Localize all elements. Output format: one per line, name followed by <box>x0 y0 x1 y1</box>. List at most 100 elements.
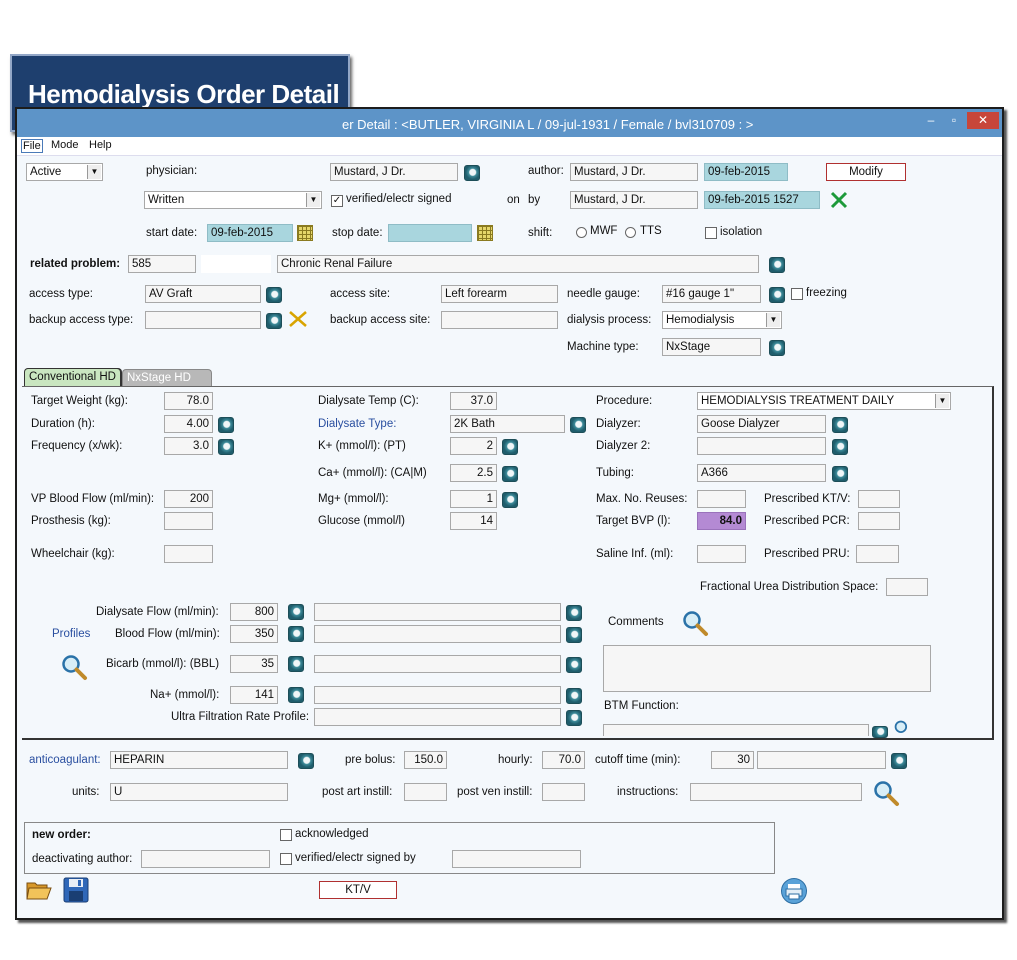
order-type-select[interactable]: Written ▼ <box>144 191 322 209</box>
anticoagulant-link[interactable]: anticoagulant: <box>29 754 101 766</box>
units-field[interactable]: U <box>110 783 288 801</box>
instructions-search-icon[interactable] <box>872 779 900 807</box>
dialysate-flow-profile-field[interactable] <box>314 603 561 621</box>
prescribed-pru-field[interactable] <box>856 545 899 563</box>
dialyzer2-lookup-icon[interactable] <box>832 439 848 455</box>
blood-flow-lookup-icon[interactable] <box>288 626 304 642</box>
post-art-instill-field[interactable] <box>404 783 447 801</box>
profiles-link[interactable]: Profiles <box>52 628 90 640</box>
isolation-checkbox[interactable] <box>705 227 717 239</box>
btm-function-field[interactable] <box>603 724 869 736</box>
needle-gauge-field[interactable]: #16 gauge 1" <box>662 285 761 303</box>
frequency-lookup-icon[interactable] <box>218 439 234 455</box>
shift-mwf-radio[interactable] <box>576 227 587 238</box>
backup-access-site-field[interactable] <box>441 311 558 329</box>
max-reuses-field[interactable] <box>697 490 746 508</box>
profiles-search-icon[interactable] <box>60 653 88 681</box>
cancel-x-icon[interactable] <box>829 190 849 210</box>
k-field[interactable]: 2 <box>450 437 497 455</box>
comments-textarea[interactable] <box>603 645 931 692</box>
signed-date-field[interactable]: 09-feb-2015 1527 <box>704 191 820 209</box>
open-folder-icon[interactable] <box>26 878 52 902</box>
cutoff-time-field[interactable]: 30 <box>711 751 754 769</box>
btm-search-icon[interactable] <box>893 719 913 736</box>
prescribed-pcr-field[interactable] <box>858 512 900 530</box>
post-ven-instill-field[interactable] <box>542 783 585 801</box>
cutoff-extra-field[interactable] <box>757 751 886 769</box>
bicarb-profile-lookup-icon[interactable] <box>566 657 582 673</box>
signed-by-field[interactable]: Mustard, J Dr. <box>570 191 698 209</box>
menu-file[interactable]: File <box>21 139 43 153</box>
dialysate-temp-field[interactable]: 37.0 <box>450 392 497 410</box>
dialysate-type-field[interactable]: 2K Bath <box>450 415 565 433</box>
menu-help[interactable]: Help <box>89 139 112 151</box>
dialyzer-field[interactable]: Goose Dialyzer <box>697 415 826 433</box>
verified-checkbox[interactable]: ✓ <box>331 195 343 207</box>
dialysate-flow-lookup-icon[interactable] <box>288 604 304 620</box>
freezing-checkbox[interactable] <box>791 288 803 300</box>
physician-field[interactable]: Mustard, J Dr. <box>330 163 458 181</box>
na-profile-field[interactable] <box>314 686 561 704</box>
saline-field[interactable] <box>697 545 746 563</box>
bicarb-field[interactable]: 35 <box>230 655 278 673</box>
procedure-select[interactable]: HEMODIALYSIS TREATMENT DAILY ▼ <box>697 392 951 410</box>
pre-bolus-field[interactable]: 150.0 <box>404 751 447 769</box>
duration-lookup-icon[interactable] <box>218 417 234 433</box>
print-icon[interactable] <box>780 878 808 904</box>
blood-flow-field[interactable]: 350 <box>230 625 278 643</box>
dialyzer2-field[interactable] <box>697 437 826 455</box>
needle-lookup-icon[interactable] <box>769 287 785 303</box>
dialysate-flow-field[interactable]: 800 <box>230 603 278 621</box>
duration-field[interactable]: 4.00 <box>164 415 213 433</box>
instructions-field[interactable] <box>690 783 862 801</box>
shift-tts-radio[interactable] <box>625 227 636 238</box>
machine-lookup-icon[interactable] <box>769 340 785 356</box>
blood-flow-profile-field[interactable] <box>314 625 561 643</box>
calendar-icon[interactable] <box>297 225 313 241</box>
tab-conventional-hd[interactable]: Conventional HD <box>24 368 121 386</box>
btm-lookup-icon[interactable] <box>872 726 888 738</box>
mg-lookup-icon[interactable] <box>502 492 518 508</box>
tab-nxstage-hd[interactable]: NxStage HD <box>122 369 212 387</box>
tubing-field[interactable]: A366 <box>697 464 826 482</box>
fuds-field[interactable] <box>886 578 928 596</box>
access-type-field[interactable]: AV Graft <box>145 285 261 303</box>
na-field[interactable]: 141 <box>230 686 278 704</box>
dialysate-flow-profile-lookup-icon[interactable] <box>566 605 582 621</box>
acknowledged-checkbox[interactable] <box>280 829 292 841</box>
glucose-field[interactable]: 14 <box>450 512 497 530</box>
prosthesis-field[interactable] <box>164 512 213 530</box>
calendar-icon[interactable] <box>477 225 493 241</box>
status-select[interactable]: Active ▼ <box>26 163 103 181</box>
wheelchair-field[interactable] <box>164 545 213 563</box>
dialyzer-lookup-icon[interactable] <box>832 417 848 433</box>
problem-lookup-icon[interactable] <box>769 257 785 273</box>
access-type-lookup-icon[interactable] <box>266 287 282 303</box>
problem-blank-field[interactable] <box>201 255 271 273</box>
backup-access-type-field[interactable] <box>145 311 261 329</box>
verified-signed-by-field[interactable] <box>452 850 581 868</box>
anticoagulant-field[interactable]: HEPARIN <box>110 751 288 769</box>
backup-type-lookup-icon[interactable] <box>266 313 282 329</box>
target-weight-field[interactable]: 78.0 <box>164 392 213 410</box>
comments-search-icon[interactable] <box>681 609 709 637</box>
ufr-profile-field[interactable] <box>314 708 561 726</box>
deactivating-author-field[interactable] <box>141 850 270 868</box>
k-lookup-icon[interactable] <box>502 439 518 455</box>
frequency-field[interactable]: 3.0 <box>164 437 213 455</box>
physician-lookup-icon[interactable] <box>464 165 480 181</box>
ufr-profile-lookup-icon[interactable] <box>566 710 582 726</box>
problem-desc-field[interactable]: Chronic Renal Failure <box>277 255 759 273</box>
blood-flow-profile-lookup-icon[interactable] <box>566 627 582 643</box>
ca-field[interactable]: 2.5 <box>450 464 497 482</box>
minimize-button[interactable]: – <box>919 112 943 129</box>
bicarb-profile-field[interactable] <box>314 655 561 673</box>
target-bvp-field[interactable]: 84.0 <box>697 512 746 530</box>
na-profile-lookup-icon[interactable] <box>566 688 582 704</box>
dialysate-type-lookup-icon[interactable] <box>570 417 586 433</box>
prescribed-ktv-field[interactable] <box>858 490 900 508</box>
clear-x-icon[interactable] <box>287 309 309 329</box>
bicarb-lookup-icon[interactable] <box>288 656 304 672</box>
ktv-button[interactable]: KT/V <box>319 881 397 899</box>
na-lookup-icon[interactable] <box>288 687 304 703</box>
